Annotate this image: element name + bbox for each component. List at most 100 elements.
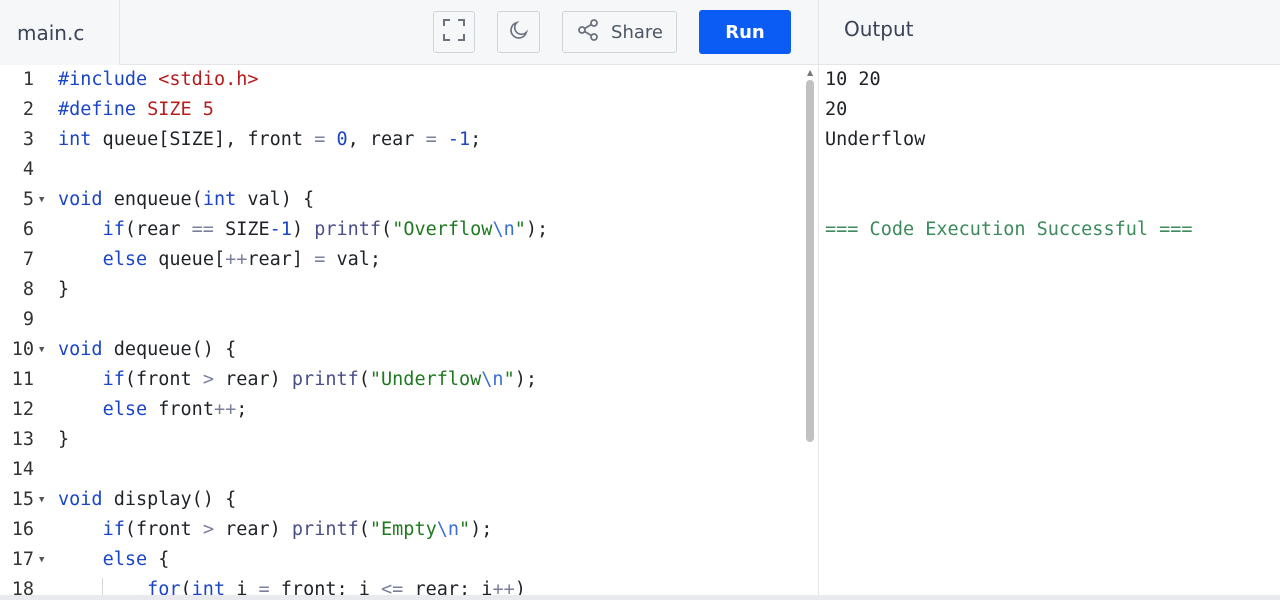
code-token: "Overflow [392,219,493,240]
line-number: 16 [11,519,34,540]
panel-divider[interactable] [818,0,819,600]
code-token: ; [470,129,482,150]
code-text: if(front > rear) printf("Empty\n"); [58,515,493,545]
code-token: SIZE 5 [147,99,214,120]
code-token: } [58,279,70,300]
code-token: 0 [336,129,348,150]
code-line[interactable]: 16 if(front > rear) printf("Empty\n"); [0,515,800,545]
line-number: 7 [22,249,34,270]
code-token: rear] [247,249,315,270]
code-line[interactable]: 2 #define SIZE 5 [0,95,800,125]
code-token: void [58,489,103,510]
line-number: 3 [22,129,34,150]
line-number: 2 [22,99,34,120]
output-line: 10 20 [825,69,881,90]
code-line[interactable]: 9 [0,305,800,335]
code-token: " [514,219,526,240]
code-text: if(front > rear) printf("Underflow\n"); [58,365,537,395]
code-token: ); [470,519,493,540]
code-token: printf [314,219,382,240]
code-token: (front [124,519,203,540]
code-token: { [147,549,170,570]
code-editor[interactable]: 1 #include <stdio.h> 2 #define SIZE 5 3 int q… [0,65,818,600]
fold-arrow-icon[interactable]: ▼ [39,335,44,365]
code-token: -1 [447,129,471,150]
code-token: ( [358,519,370,540]
scroll-up-arrow-icon[interactable]: ▲ [807,68,813,77]
code-token: val; [325,249,382,270]
code-token: ; [236,399,248,420]
run-button[interactable]: Run [699,10,791,54]
code-line[interactable]: 15 ▼ void display() { [0,485,800,515]
code-token: " [459,519,471,540]
execution-status: === Code Execution Successful === [825,219,1193,240]
code-token: > [202,369,214,390]
code-token: else [102,399,148,420]
file-tab-label: main.c [17,20,85,45]
moon-icon [508,19,530,45]
code-line[interactable]: 10 ▼ void dequeue() { [0,335,800,365]
code-token: = [314,129,326,150]
code-line[interactable]: 12 else front++; [0,395,800,425]
output-line: Underflow [825,129,926,150]
code-token: SIZE [213,219,270,240]
code-token: queue[ [147,249,226,270]
code-token: "Underflow [369,369,482,390]
code-text: #include <stdio.h> [58,65,259,95]
share-button[interactable]: Share [562,11,677,53]
code-token: rear) [213,519,292,540]
code-line[interactable]: 3 int queue[SIZE], front = 0, rear = -1; [0,125,800,155]
code-text: if(rear == SIZE-1) printf("Overflow\n"); [58,215,549,245]
code-line[interactable]: 17 ▼ else { [0,545,800,575]
file-tab-main-c[interactable]: main.c [0,0,120,65]
code-token: queue[SIZE], front [91,129,315,150]
run-label: Run [725,21,765,43]
code-token: \n [481,369,504,390]
code-token: , rear [347,129,426,150]
code-token: ( [358,369,370,390]
code-token: -1 [269,219,292,240]
output-line: 20 [825,99,848,120]
line-number: 15 [11,489,34,510]
top-toolbar: main.c Share Run Output [0,0,1280,65]
code-line[interactable]: 5 ▼ void enqueue(int val) { [0,185,800,215]
code-line[interactable]: 4 [0,155,800,185]
code-token: > [202,519,214,540]
fold-arrow-icon[interactable]: ▼ [39,545,44,575]
fold-arrow-icon[interactable]: ▼ [39,185,44,215]
code-text: #define SIZE 5 [58,95,214,125]
code-token: enqueue( [102,189,203,210]
code-line[interactable]: 11 if(front > rear) printf("Underflow\n"… [0,365,800,395]
code-token: if [102,369,125,390]
code-token: rear) [213,369,292,390]
code-line[interactable]: 1 #include <stdio.h> [0,65,800,95]
code-line[interactable]: 7 else queue[++rear] = val; [0,245,800,275]
code-token: "Empty [369,519,437,540]
line-number: 6 [22,219,34,240]
code-text: void dequeue() { [58,335,236,365]
share-label: Share [611,21,663,43]
line-number: 11 [11,369,34,390]
code-token: ) [291,219,315,240]
editor-scrollbar[interactable] [806,80,814,442]
fold-arrow-icon[interactable]: ▼ [39,485,44,515]
fullscreen-icon [442,18,466,46]
line-number: 5 [22,189,34,210]
code-text: void enqueue(int val) { [58,185,314,215]
code-text: void display() { [58,485,236,515]
theme-toggle-button[interactable] [497,11,540,53]
code-text: } [58,275,69,305]
fullscreen-button[interactable] [433,11,475,53]
code-line[interactable]: 6 if(rear == SIZE-1) printf("Overflow\n"… [0,215,800,245]
code-token: if [102,219,125,240]
code-token: ++ [213,399,237,420]
code-line[interactable]: 8} [0,275,800,305]
code-line[interactable]: 13} [0,425,800,455]
code-line[interactable]: 14 [0,455,800,485]
